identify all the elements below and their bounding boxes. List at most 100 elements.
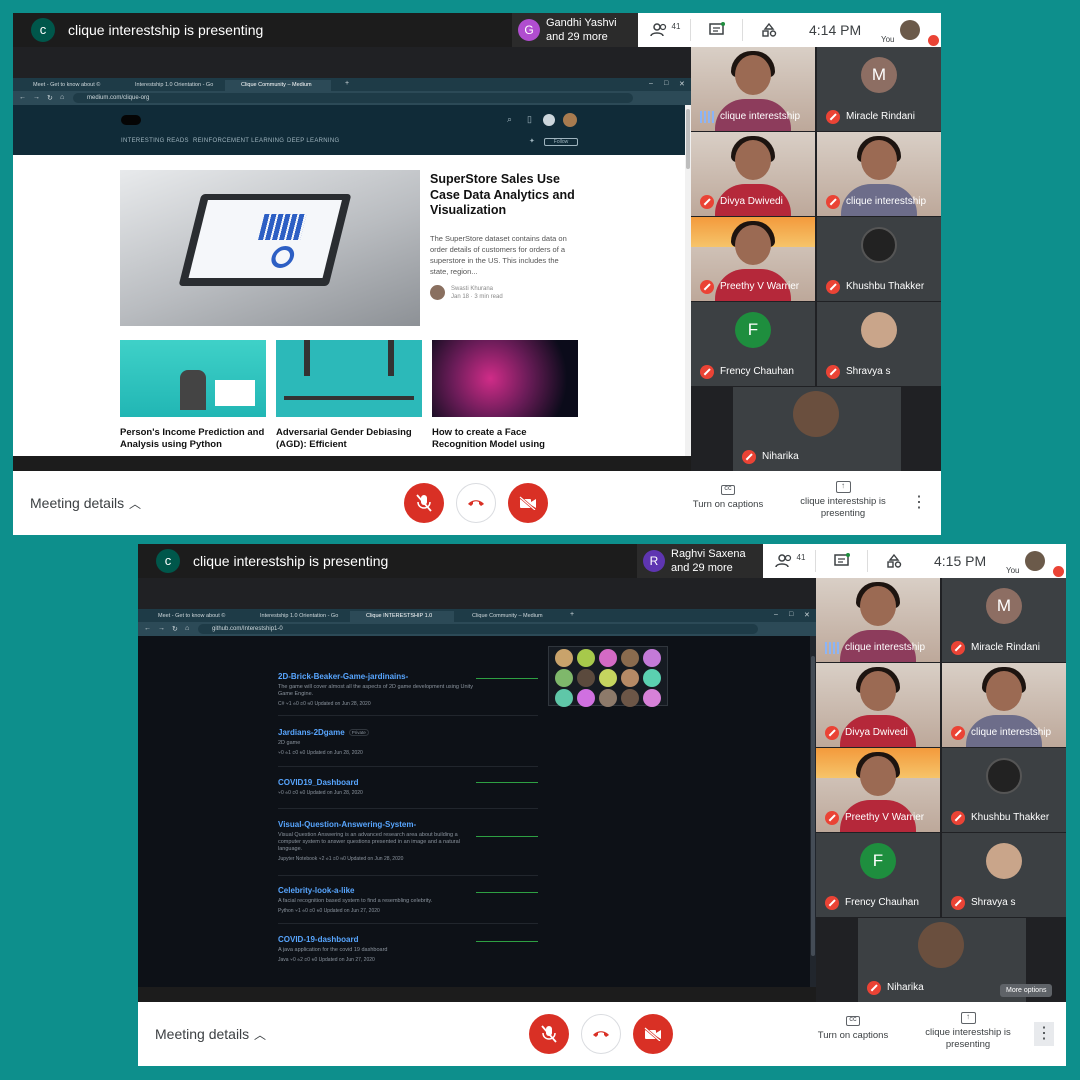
self-avatar[interactable]	[900, 20, 920, 40]
participant-tile[interactable]: Khushbu Thakker	[817, 217, 941, 301]
maximize-icon[interactable]: □	[789, 611, 793, 618]
article-title[interactable]: Person's Income Prediction and Analysis …	[120, 427, 266, 451]
home-icon[interactable]: ⌂	[60, 94, 64, 101]
member-avatar[interactable]	[555, 649, 573, 667]
url-input[interactable]: medium.com/clique-org	[73, 93, 633, 103]
member-avatar[interactable]	[621, 669, 639, 687]
browser-tab[interactable]: Meet - Get to know about ©	[17, 80, 117, 91]
participant-tile[interactable]: clique interestship	[942, 663, 1066, 747]
article-thumbnail[interactable]	[120, 340, 266, 417]
chevron-up-icon[interactable]: ︿	[254, 1026, 266, 1043]
repo-name-link[interactable]: Visual-Question-Answering-System-	[278, 820, 478, 829]
participant-tile[interactable]: Niharika	[733, 387, 901, 471]
present-button[interactable]: ↑ clique interestship is presenting	[793, 481, 893, 520]
people-button[interactable]: 41	[767, 544, 813, 578]
author-name[interactable]: Swasti Khurana	[451, 286, 493, 292]
bookmark-icon[interactable]: ▯	[527, 114, 532, 125]
close-icon[interactable]: ✕	[679, 80, 685, 88]
join-notification[interactable]: R Raghvi Saxena and 29 more	[637, 544, 763, 578]
browser-tab-active[interactable]: Clique Community – Medium	[225, 80, 331, 91]
activities-button[interactable]	[746, 13, 792, 47]
minimize-icon[interactable]: –	[774, 611, 778, 618]
member-avatar[interactable]	[643, 669, 661, 687]
more-options-icon[interactable]: ⋮	[909, 491, 929, 515]
twitter-icon[interactable]: ✦	[529, 137, 535, 145]
member-avatar[interactable]	[621, 689, 639, 707]
leave-call-button[interactable]	[581, 1014, 621, 1054]
member-avatar[interactable]	[555, 669, 573, 687]
people-button[interactable]: 41	[642, 13, 688, 47]
participant-tile[interactable]: clique interestship	[691, 47, 815, 131]
participant-tile[interactable]: clique interestship	[816, 578, 940, 662]
user-avatar[interactable]	[563, 113, 577, 127]
forward-icon[interactable]: →	[158, 625, 165, 632]
chevron-up-icon[interactable]: ︿	[129, 495, 141, 512]
member-avatar[interactable]	[577, 689, 595, 707]
member-avatar[interactable]	[643, 689, 661, 707]
participant-tile[interactable]: Divya Dwivedi	[691, 132, 815, 216]
hero-image[interactable]	[120, 170, 420, 326]
participant-tile[interactable]: Shravya s	[817, 302, 941, 386]
member-avatar[interactable]	[577, 649, 595, 667]
more-options-icon[interactable]: ⋮	[1034, 1022, 1054, 1046]
meeting-details-button[interactable]: Meeting details	[30, 495, 124, 511]
participant-tile[interactable]: Divya Dwivedi	[816, 663, 940, 747]
nav-link[interactable]: INTERESTING READS	[121, 138, 189, 144]
camera-toggle-button[interactable]	[508, 483, 548, 523]
new-tab-icon[interactable]: +	[570, 611, 574, 618]
minimize-icon[interactable]: –	[649, 80, 653, 87]
article-thumbnail[interactable]	[432, 340, 578, 417]
maximize-icon[interactable]: □	[664, 80, 668, 87]
follow-button[interactable]: Follow	[544, 138, 578, 146]
captions-button[interactable]: CC Turn on captions	[810, 1016, 896, 1041]
participant-tile[interactable]: F Frency Chauhan	[816, 833, 940, 917]
repo-name-link[interactable]: 2D-Brick-Beaker-Game-jardinains-	[278, 672, 478, 681]
author-avatar[interactable]	[430, 285, 445, 300]
participant-tile[interactable]: clique interestship	[817, 132, 941, 216]
join-notification[interactable]: G Gandhi Yashvi and 29 more	[512, 13, 638, 47]
search-icon[interactable]: ⌕	[507, 114, 512, 125]
mic-toggle-button[interactable]	[404, 483, 444, 523]
member-avatar[interactable]	[577, 669, 595, 687]
participant-tile[interactable]: Preethy V Warrier	[816, 748, 940, 832]
member-avatar[interactable]	[599, 669, 617, 687]
mic-toggle-button[interactable]	[529, 1014, 569, 1054]
member-avatar[interactable]	[621, 649, 639, 667]
participant-tile[interactable]: Shravya s	[942, 833, 1066, 917]
browser-tab-active[interactable]: Clique INTERESTSHIP 1.0	[350, 611, 454, 622]
reload-icon[interactable]: ↻	[172, 625, 178, 633]
new-tab-icon[interactable]: +	[345, 80, 349, 87]
repo-name-link[interactable]: Jardians-2Dgame Private	[278, 728, 478, 737]
nav-link[interactable]: REINFORCEMENT LEARNING	[193, 138, 284, 144]
participant-tile[interactable]: M Miracle Rindani	[817, 47, 941, 131]
repo-name-link[interactable]: COVID-19-dashboard	[278, 935, 478, 944]
participant-tile[interactable]: Preethy V Warrier	[691, 217, 815, 301]
chat-button[interactable]	[819, 544, 865, 578]
browser-tab[interactable]: Interestship 1.0 Orientation - Go	[119, 80, 223, 91]
article-title[interactable]: Adversarial Gender Debiasing (AGD): Effi…	[276, 427, 422, 451]
activities-button[interactable]	[871, 544, 917, 578]
meeting-details-button[interactable]: Meeting details	[155, 1026, 249, 1042]
repo-name-link[interactable]: Celebrity-look-a-like	[278, 886, 478, 895]
article-title[interactable]: How to create a Face Recognition Model u…	[432, 427, 578, 451]
home-icon[interactable]: ⌂	[185, 625, 189, 632]
camera-toggle-button[interactable]	[633, 1014, 673, 1054]
member-avatar[interactable]	[643, 649, 661, 667]
member-avatar[interactable]	[599, 689, 617, 707]
captions-button[interactable]: CC Turn on captions	[685, 485, 771, 510]
url-input[interactable]: github.com/Interestship1-0	[198, 624, 758, 634]
notification-bell-icon[interactable]	[543, 114, 555, 126]
hero-article-title[interactable]: SuperStore Sales Use Case Data Analytics…	[430, 172, 580, 219]
browser-tab[interactable]: Meet - Get to know about ©	[142, 611, 242, 622]
participant-tile[interactable]: F Frency Chauhan	[691, 302, 815, 386]
leave-call-button[interactable]	[456, 483, 496, 523]
back-icon[interactable]: ←	[144, 625, 151, 632]
repo-name-link[interactable]: COVID19_Dashboard	[278, 778, 478, 787]
browser-tab[interactable]: Clique Community – Medium	[456, 611, 560, 622]
member-avatar[interactable]	[599, 649, 617, 667]
browser-tab[interactable]: Interestship 1.0 Orientation - Go	[244, 611, 348, 622]
member-avatar[interactable]	[555, 689, 573, 707]
self-avatar[interactable]	[1025, 551, 1045, 571]
participant-tile[interactable]: Khushbu Thakker	[942, 748, 1066, 832]
chat-button[interactable]	[694, 13, 740, 47]
